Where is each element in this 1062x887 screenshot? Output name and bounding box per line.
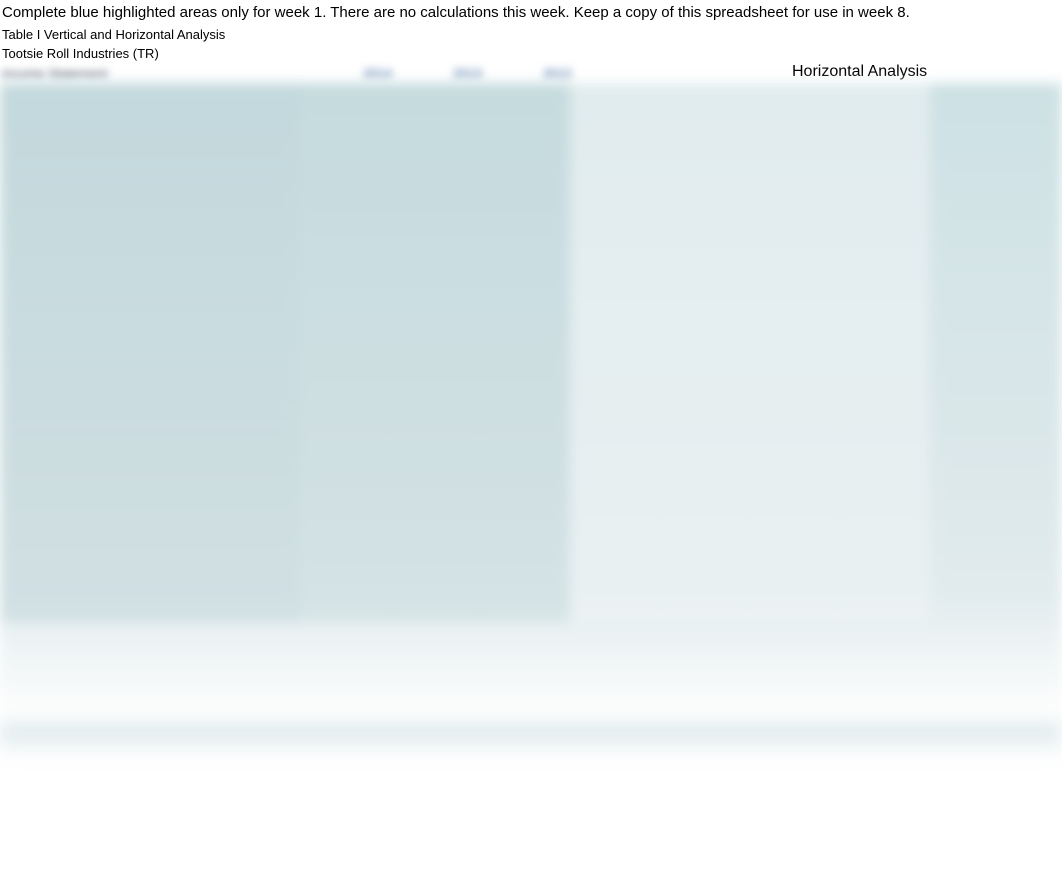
table-row [0,515,1062,533]
table-row [0,263,1062,281]
blurred-spreadsheet-body [0,83,1062,723]
table-row [0,533,1062,551]
table-row [0,551,1062,569]
income-statement-row: Income Statement 2014 2013 2012 [0,64,1062,83]
table-row [0,317,1062,335]
year-2014: 2014 [302,66,392,81]
table-row [0,137,1062,155]
table-row [0,83,1062,101]
table-row [0,173,1062,191]
table-row [0,587,1062,605]
table-row [0,227,1062,245]
blurred-bottom [0,723,1062,783]
table-row [0,461,1062,479]
table-row [0,569,1062,587]
table-row [0,281,1062,299]
table-row [0,479,1062,497]
table-row [0,389,1062,407]
grid-block [0,83,1062,723]
table-row [0,245,1062,263]
table-row [0,425,1062,443]
table-title: Table I Vertical and Horizontal Analysis [0,25,1062,44]
table-row [0,119,1062,137]
company-name: Tootsie Roll Industries (TR) [2,46,302,61]
table-row [0,191,1062,209]
table-row [0,497,1062,515]
table-row [0,299,1062,317]
year-2012: 2012 [482,66,572,81]
table-row [0,101,1062,119]
table-row [0,443,1062,461]
table-row [0,353,1062,371]
table-row [0,155,1062,173]
table-row [0,371,1062,389]
table-row [0,605,1062,623]
income-statement-label: Income Statement [2,66,302,81]
instruction-text: Complete blue highlighted areas only for… [0,0,1062,25]
table-row [0,407,1062,425]
year-2013: 2013 [392,66,482,81]
table-row [0,335,1062,353]
table-row [0,209,1062,227]
